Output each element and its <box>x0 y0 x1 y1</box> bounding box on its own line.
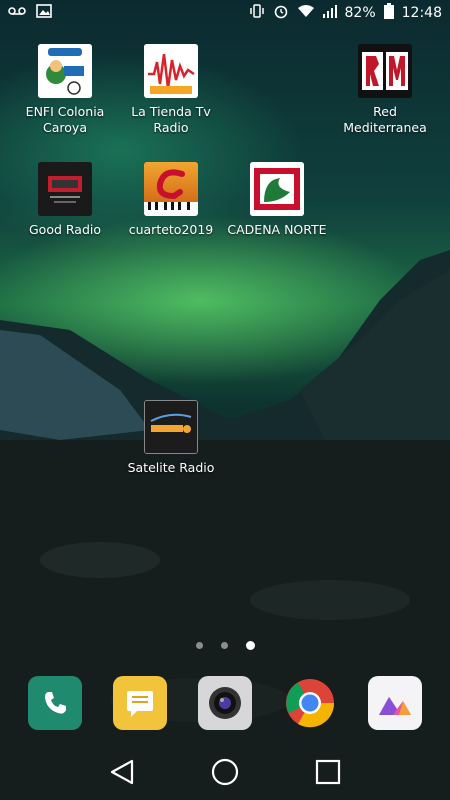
app-label: Good Radio <box>28 222 101 237</box>
app-label: Red Mediterranea <box>343 104 427 135</box>
app-label: La Tienda Tv Radio <box>131 104 211 135</box>
satelite-radio-icon <box>144 400 198 454</box>
phone-app-icon[interactable] <box>27 676 82 730</box>
page-dot[interactable] <box>195 642 203 649</box>
camera-app-icon[interactable] <box>197 676 252 730</box>
image-notification-icon <box>36 4 52 22</box>
notes-app-icon[interactable] <box>112 676 167 730</box>
page-dot-active[interactable] <box>245 641 255 650</box>
alarm-icon <box>273 3 289 23</box>
battery-icon <box>383 3 394 23</box>
recents-square-icon <box>316 759 341 785</box>
page-indicator <box>0 641 450 650</box>
app-cadena-norte[interactable]: CADENA NORTE <box>222 162 332 238</box>
la-tienda-tv-radio-icon <box>144 44 198 98</box>
good-radio-icon <box>38 162 92 216</box>
app-label: Satelite Radio <box>127 460 215 475</box>
home-circle-icon <box>211 758 239 786</box>
app-red-mediterranea[interactable]: Red Mediterranea <box>330 44 440 136</box>
clock-time: 12:48 <box>401 5 442 21</box>
app-la-tienda-tv-radio[interactable]: La Tienda Tv Radio <box>116 44 226 136</box>
battery-percent: 82% <box>344 5 376 21</box>
vibrate-icon <box>249 3 265 23</box>
gallery-app-icon[interactable] <box>368 676 423 730</box>
navigation-bar <box>0 744 450 800</box>
signal-icon <box>322 4 337 22</box>
back-triangle-icon <box>110 759 133 785</box>
voicemail-icon <box>8 5 26 21</box>
enfi-colonia-caroya-icon <box>38 44 92 98</box>
dock <box>0 676 450 730</box>
wifi-icon <box>297 4 315 22</box>
app-enfi-colonia-caroya[interactable]: ENFI Colonia Caroya <box>10 44 120 136</box>
cadena-norte-icon <box>250 162 304 216</box>
app-label: cuarteto2019 <box>128 222 214 237</box>
app-satelite-radio[interactable]: Satelite Radio <box>116 400 226 476</box>
app-cuarteto2019[interactable]: cuarteto2019 <box>116 162 226 238</box>
home-button[interactable] <box>208 755 242 789</box>
app-label: CADENA NORTE <box>227 222 327 237</box>
app-label: ENFI Colonia Caroya <box>25 104 105 135</box>
back-button[interactable] <box>105 755 139 789</box>
status-bar: 82% 12:48 <box>0 0 450 26</box>
recents-button[interactable] <box>311 755 345 789</box>
red-mediterranea-icon <box>358 44 412 98</box>
chrome-app-icon[interactable] <box>283 676 337 730</box>
cuarteto2019-icon <box>144 162 198 216</box>
page-dot[interactable] <box>220 642 228 649</box>
app-good-radio[interactable]: Good Radio <box>10 162 120 238</box>
